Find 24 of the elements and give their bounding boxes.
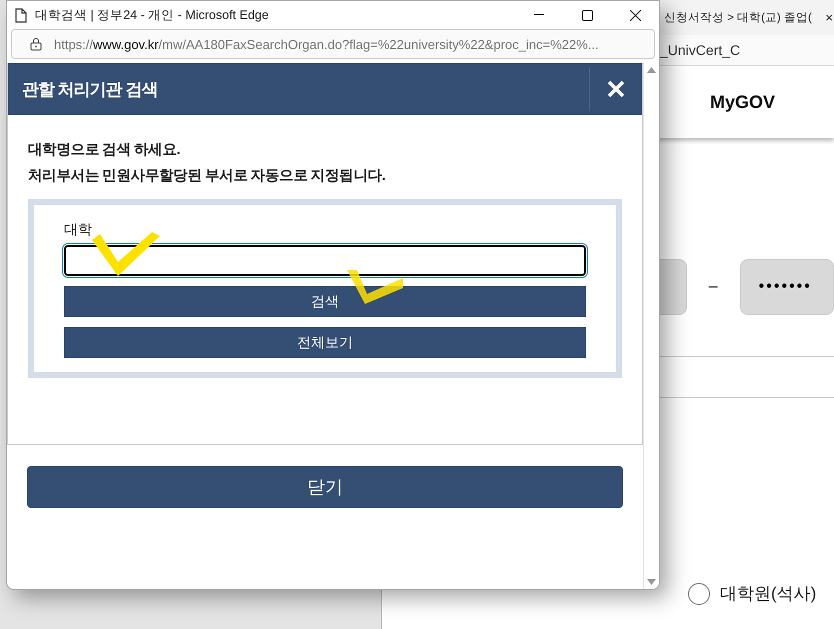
instruction-text: 대학명으로 검색 하세요. [28, 141, 181, 160]
maximize-icon [582, 10, 592, 20]
university-input[interactable] [64, 245, 586, 276]
close-icon [607, 80, 625, 98]
address-text: _UnivCert_C [660, 42, 740, 58]
window-title: 대학검색 | 정부24 - 개인 - Microsoft Edge [35, 6, 269, 24]
dialog-title: 관할 처리기관 검색 [22, 78, 158, 100]
minimize-icon [534, 14, 544, 16]
tab-close-button[interactable]: × [825, 10, 834, 25]
radio-button[interactable] [688, 582, 710, 604]
scroll-down-icon[interactable] [647, 579, 656, 585]
document-icon [15, 8, 27, 22]
nav-link[interactable]: MyGOV [710, 92, 776, 112]
lock-icon [30, 37, 42, 51]
field-label: 대학 [64, 221, 93, 239]
search-button[interactable]: 검색 [64, 286, 586, 317]
radio-label: 대학원(석사) [720, 583, 816, 605]
separator-text: – [708, 278, 718, 296]
close-dialog-button[interactable]: 닫기 [27, 466, 623, 508]
close-icon [630, 10, 640, 20]
instruction-text: 처리부서는 민원사무할당된 부서로 자동으로 지정됩니다. [28, 167, 386, 186]
view-all-button[interactable]: 전체보기 [64, 327, 586, 358]
password-field[interactable]: ••••••• [740, 259, 834, 315]
tab-title[interactable]: 신청서작성 > 대학(교) 졸업( [664, 10, 812, 25]
